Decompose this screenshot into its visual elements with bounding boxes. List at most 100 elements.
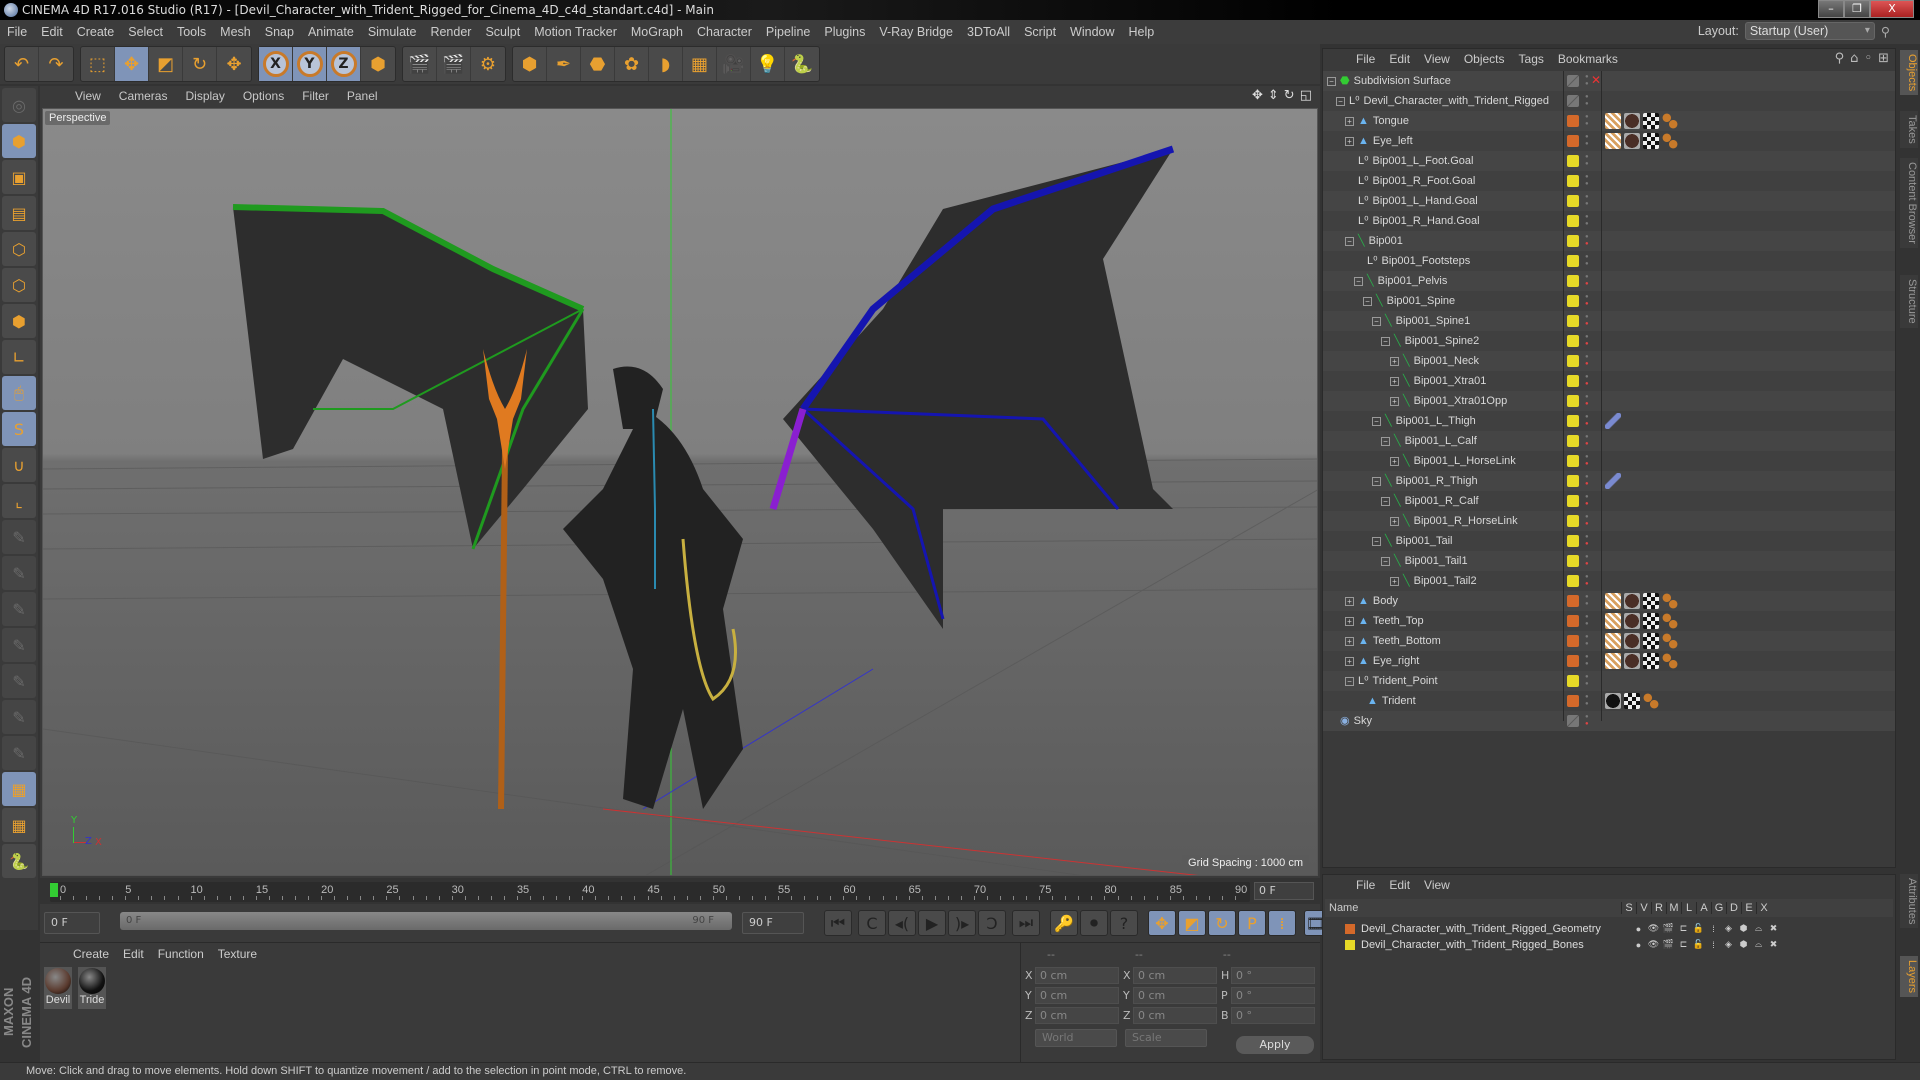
collapse-icon[interactable]: −	[1381, 496, 1390, 506]
material-tag-icon[interactable]	[1624, 613, 1640, 629]
layer-column-r[interactable]: R	[1651, 902, 1666, 914]
side-tab-content-browser[interactable]: Content Browser	[1900, 158, 1918, 248]
joint-tool-button[interactable]: ✎	[2, 520, 36, 554]
collapse-icon[interactable]: −	[1381, 436, 1390, 446]
visibility-dots[interactable]: ● ●	[1585, 154, 1589, 168]
material-tag-icon[interactable]	[1624, 113, 1640, 129]
lock-icon[interactable]: 🔓	[1691, 923, 1706, 934]
uvw-tag-icon[interactable]	[1643, 613, 1659, 629]
layer-color-swatch[interactable]	[1567, 575, 1579, 587]
go-to-start-button[interactable]: ⏮	[824, 910, 852, 936]
pan-icon[interactable]: ✥	[1252, 88, 1263, 103]
layer-color-swatch[interactable]	[1567, 315, 1579, 327]
layer-color-swatch[interactable]	[1567, 495, 1579, 507]
point-selection-tag-icon[interactable]	[1662, 653, 1678, 669]
snap-magnet-button[interactable]: ∪	[2, 448, 36, 482]
light-button[interactable]: 💡	[751, 47, 785, 81]
side-tab-structure[interactable]: Structure	[1900, 275, 1918, 328]
visibility-dots[interactable]: ● ●	[1585, 214, 1589, 228]
layer-color-swatch[interactable]	[1567, 435, 1579, 447]
layer-color-swatch[interactable]	[1567, 295, 1579, 307]
coordinate-mode-dropdown[interactable]: World	[1035, 1029, 1117, 1047]
layer-color-swatch[interactable]	[1567, 655, 1579, 667]
menu-mograph[interactable]: MoGraph	[624, 25, 690, 39]
menu-simulate[interactable]: Simulate	[361, 25, 424, 39]
om-menu-file[interactable]: File	[1349, 52, 1382, 66]
undo-button[interactable]: ↶	[5, 47, 39, 81]
object-row-teeth-top[interactable]: + ▲ Teeth_Top ● ●	[1323, 611, 1895, 631]
animation-icon[interactable]: ⁞	[1706, 924, 1721, 934]
collapse-icon[interactable]: −	[1363, 296, 1372, 306]
deformers-icon[interactable]: ⬢	[1736, 923, 1751, 934]
layer-color-swatch[interactable]	[1567, 375, 1579, 387]
layer-color-swatch[interactable]	[1567, 515, 1579, 527]
layer-row[interactable]: Devil_Character_with_Trident_Rigged_Geom…	[1325, 921, 1893, 936]
floor-button[interactable]: ▦	[683, 47, 717, 81]
uvw-tag-icon[interactable]	[1643, 633, 1659, 649]
last-tool-button[interactable]: ✥	[217, 47, 251, 81]
object-row-sky[interactable]: ◉ Sky ● ●	[1323, 711, 1895, 731]
workplane-axis-button[interactable]: ⌞	[2, 484, 36, 518]
visibility-dots[interactable]: ● ●	[1585, 614, 1589, 628]
layer-color-swatch[interactable]	[1567, 95, 1579, 107]
collapse-icon[interactable]: −	[1372, 316, 1381, 326]
object-row-bip001-tail[interactable]: − ╲ Bip001_Tail ● ●	[1323, 531, 1895, 551]
rotate-button[interactable]: ↻	[183, 47, 217, 81]
layer-color-swatch[interactable]	[1567, 595, 1579, 607]
ik-pole-button[interactable]: ✎	[2, 700, 36, 734]
weight-tag-icon[interactable]	[1605, 113, 1621, 129]
z-axis-button[interactable]: Z	[327, 47, 361, 81]
menu-help[interactable]: Help	[1122, 25, 1162, 39]
visibility-icon[interactable]: ◦	[1864, 51, 1872, 66]
object-row-bip001-neck[interactable]: + ╲ Bip001_Neck ● ●	[1323, 351, 1895, 371]
layer-color-swatch[interactable]	[1567, 75, 1579, 87]
object-row-bip001-l-calf[interactable]: − ╲ Bip001_L_Calf ● ●	[1323, 431, 1895, 451]
camera-button[interactable]: 🎥	[717, 47, 751, 81]
layout-dropdown[interactable]: Startup (User)	[1744, 22, 1875, 40]
uvw-tag-icon[interactable]	[1643, 653, 1659, 669]
expand-icon[interactable]: +	[1345, 136, 1354, 146]
expand-icon[interactable]: +	[1390, 356, 1399, 366]
position-z-field[interactable]: 0 cm	[1035, 1006, 1119, 1024]
viewport-menu-cameras[interactable]: Cameras	[110, 89, 177, 103]
expand-icon[interactable]: +	[1345, 116, 1354, 126]
point-selection-tag-icon[interactable]	[1662, 593, 1678, 609]
menu-motion-tracker[interactable]: Motion Tracker	[527, 25, 624, 39]
ik-psr-button[interactable]: ✎	[2, 628, 36, 662]
layer-color-swatch[interactable]	[1567, 215, 1579, 227]
layer-color-swatch[interactable]	[1567, 255, 1579, 267]
generators-icon[interactable]: ◈	[1721, 923, 1736, 934]
menu-tools[interactable]: Tools	[170, 25, 213, 39]
material-menu-texture[interactable]: Texture	[211, 947, 264, 961]
object-row-bip001-l-thigh[interactable]: − ╲ Bip001_L_Thigh ● ●	[1323, 411, 1895, 431]
layer-color-swatch[interactable]	[1567, 275, 1579, 287]
layer-color-swatch[interactable]	[1567, 395, 1579, 407]
render-settings-button[interactable]: ⚙	[471, 47, 505, 81]
ik-tag-icon[interactable]	[1605, 413, 1621, 429]
next-key-button[interactable]: Ɔ	[978, 910, 1006, 936]
x-axis-button[interactable]: X	[259, 47, 293, 81]
collapse-icon[interactable]: −	[1354, 276, 1363, 286]
material-tag-icon[interactable]	[1605, 693, 1621, 709]
expand-icon[interactable]: +	[1390, 396, 1399, 406]
collapse-icon[interactable]: −	[1381, 556, 1390, 566]
python-script-button[interactable]: 🐍	[2, 844, 36, 878]
manager-icon[interactable]: ⊏	[1676, 923, 1691, 934]
home-icon[interactable]: ⌂	[1850, 51, 1858, 66]
size-mode-dropdown[interactable]: Scale	[1125, 1029, 1207, 1047]
object-row-bip001-r-thigh[interactable]: − ╲ Bip001_R_Thigh ● ●	[1323, 471, 1895, 491]
object-row-bip001-footsteps[interactable]: L⁰ Bip001_Footsteps ● ●	[1323, 251, 1895, 271]
make-editable-button[interactable]: ◎	[2, 88, 36, 122]
visibility-dots[interactable]: ● ●	[1585, 94, 1589, 108]
viewport-menu-options[interactable]: Options	[234, 89, 293, 103]
render-view-button[interactable]: 🎬	[403, 47, 437, 81]
collapse-icon[interactable]: −	[1381, 336, 1390, 346]
python-button[interactable]: 🐍	[785, 47, 819, 81]
rotation-p-field[interactable]: 0 °	[1231, 986, 1315, 1004]
om-menu-edit[interactable]: Edit	[1382, 52, 1417, 66]
object-row-bip001-r-foot-goal[interactable]: L⁰ Bip001_R_Foot.Goal ● ●	[1323, 171, 1895, 191]
record-keys-button[interactable]: 🔑	[1050, 910, 1078, 936]
visibility-dots[interactable]: ● ●	[1585, 374, 1589, 388]
size-y-field[interactable]: 0 cm	[1133, 986, 1217, 1004]
object-row-trident[interactable]: ▲ Trident ● ●	[1323, 691, 1895, 711]
